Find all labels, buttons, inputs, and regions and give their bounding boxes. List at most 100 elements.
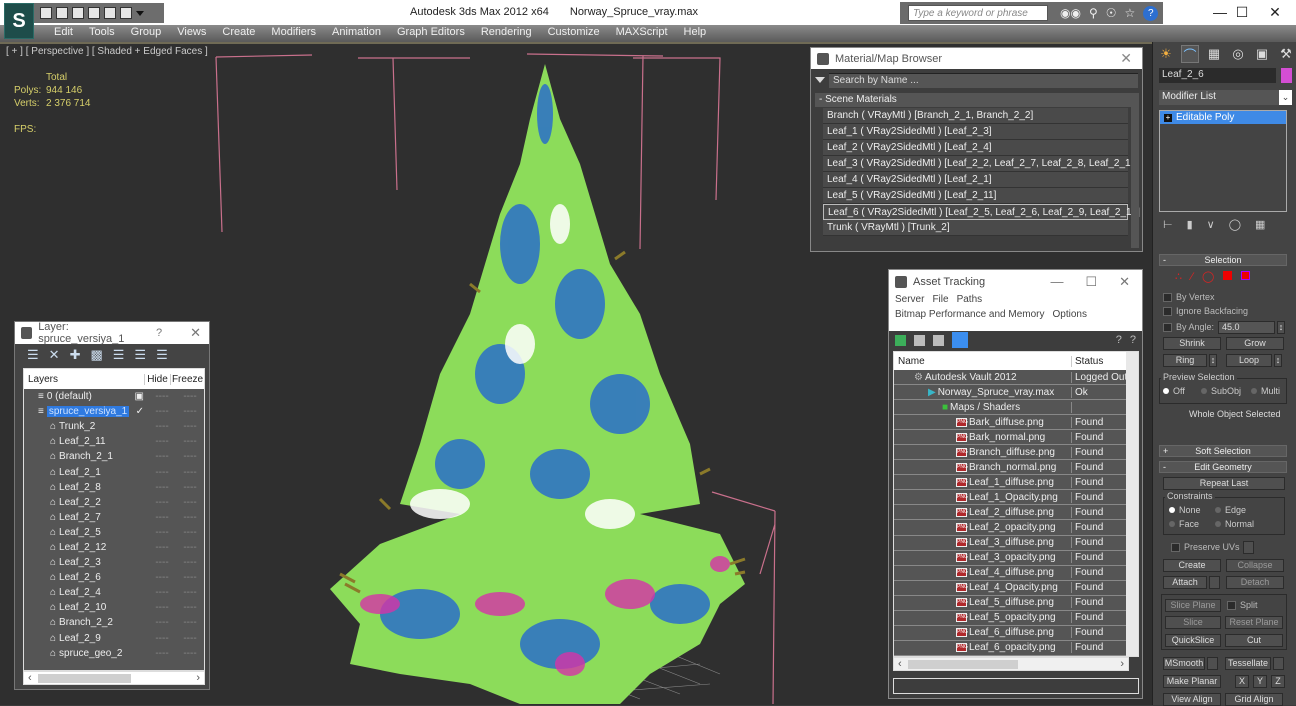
modifier-list-dropdown[interactable]: Modifier List ⌄	[1159, 90, 1292, 105]
layer-hide-toggle[interactable]: ----	[148, 648, 176, 659]
select-layer-objects-icon[interactable]: ▩	[90, 347, 102, 363]
create-button[interactable]: Create	[1163, 559, 1221, 572]
layer-freeze-toggle[interactable]: ----	[176, 542, 204, 553]
satellite-icon[interactable]: ☉	[1106, 6, 1117, 20]
refresh-icon[interactable]	[895, 334, 906, 346]
layer-hide-toggle[interactable]: ----	[148, 497, 176, 508]
star-icon[interactable]: ☆	[1125, 6, 1136, 20]
by-vertex-checkbox[interactable]: By Vertex	[1163, 292, 1215, 302]
menu-modifiers[interactable]: Modifiers	[263, 25, 324, 42]
col-layers[interactable]: Layers	[24, 374, 144, 385]
slice-plane-button[interactable]: Slice Plane	[1165, 599, 1221, 612]
collapse-button[interactable]: Collapse	[1226, 559, 1284, 572]
make-planar-button[interactable]: Make Planar	[1163, 675, 1221, 688]
list-view-icon[interactable]	[914, 334, 925, 346]
layer-row[interactable]: ⌂ Leaf_2_12 ---- ----	[24, 540, 204, 555]
grid-align-button[interactable]: Grid Align	[1225, 693, 1283, 706]
scroll-left-icon[interactable]: ‹	[898, 658, 902, 670]
layer-row[interactable]: ⌂ Leaf_2_4 ---- ----	[24, 585, 204, 600]
layer-row[interactable]: ⌂ Branch_2_2 ---- ----	[24, 615, 204, 630]
pin-stack-icon[interactable]: ⊢	[1163, 218, 1173, 231]
layer-hide-toggle[interactable]: ----	[148, 406, 176, 417]
layer-freeze-toggle[interactable]: ----	[176, 391, 204, 402]
constraint-edge-radio[interactable]: Edge	[1215, 505, 1246, 515]
qat-dropdown-icon[interactable]	[136, 10, 144, 20]
layer-row[interactable]: ⌂ Branch_2_1 ---- ----	[24, 449, 204, 464]
edit-geometry-rollout-header[interactable]: - Edit Geometry	[1159, 461, 1287, 473]
layer-row[interactable]: ⌂ Leaf_2_7 ---- ----	[24, 510, 204, 525]
preserve-uvs-settings-button[interactable]	[1243, 541, 1254, 554]
repeat-last-button[interactable]: Repeat Last	[1163, 477, 1285, 490]
asset-row[interactable]: ▶ Norway_Spruce_vray.max Ok	[894, 385, 1138, 401]
help-button[interactable]: ?	[156, 327, 162, 339]
asset-row[interactable]: PNG Leaf_5_opacity.png Found	[894, 611, 1138, 626]
layer-hide-toggle[interactable]: ----	[148, 572, 176, 583]
preserve-uvs-checkbox[interactable]: Preserve UVs	[1171, 542, 1240, 552]
layer-hide-toggle[interactable]: ----	[148, 633, 176, 644]
project-folder-icon[interactable]	[120, 7, 132, 19]
utilities-tab-icon[interactable]: ⚒	[1277, 45, 1295, 63]
open-file-icon[interactable]	[56, 7, 68, 19]
layer-freeze-toggle[interactable]: ----	[176, 633, 204, 644]
layer-row[interactable]: ⌂ Leaf_2_8 ---- ----	[24, 480, 204, 495]
key-icon[interactable]: ⚲	[1089, 6, 1098, 20]
vertex-icon[interactable]: ∴	[1175, 271, 1182, 283]
modify-tab-icon[interactable]: ⌒	[1181, 45, 1199, 63]
new-file-icon[interactable]	[40, 7, 52, 19]
add-to-layer-icon[interactable]: ✚	[70, 347, 81, 363]
asset-row[interactable]: PNG Bark_diffuse.png Found	[894, 415, 1138, 431]
make-unique-icon[interactable]: ∨	[1207, 218, 1215, 231]
chevron-down-icon[interactable]: ⌄	[1279, 90, 1292, 105]
layer-hide-toggle[interactable]: ----	[148, 527, 176, 538]
material-browser-close-button[interactable]: ✕	[1120, 50, 1132, 67]
layer-freeze-toggle[interactable]: ----	[176, 587, 204, 598]
polygon-icon[interactable]	[1223, 271, 1233, 280]
object-color-swatch[interactable]	[1281, 68, 1292, 83]
ring-button[interactable]: Ring	[1163, 354, 1207, 367]
grow-button[interactable]: Grow	[1226, 337, 1284, 350]
layer-freeze-toggle[interactable]: ----	[176, 527, 204, 538]
layer-hide-toggle[interactable]: ----	[148, 617, 176, 628]
layer-hide-toggle[interactable]: ----	[148, 542, 176, 553]
menu-options[interactable]: Options	[1053, 309, 1087, 324]
attach-list-button[interactable]	[1209, 576, 1220, 589]
menu-graph-editors[interactable]: Graph Editors	[389, 25, 473, 42]
layer-row[interactable]: ⌂ Leaf_2_1 ---- ----	[24, 464, 204, 479]
menu-server[interactable]: Server	[895, 294, 924, 309]
display-tab-icon[interactable]: ▣	[1253, 45, 1271, 63]
layer-freeze-toggle[interactable]: ----	[176, 602, 204, 613]
angle-spinner[interactable]: ↕	[1277, 321, 1285, 334]
asset-row[interactable]: PNG Leaf_4_diffuse.png Found	[894, 566, 1138, 581]
keyword-search-input[interactable]: Type a keyword or phrase	[908, 5, 1048, 21]
scroll-left-icon[interactable]: ‹	[28, 672, 32, 684]
asset-row[interactable]: PNG Branch_diffuse.png Found	[894, 445, 1138, 461]
menu-rendering[interactable]: Rendering	[473, 25, 540, 42]
thumbnail-view-icon[interactable]	[933, 334, 944, 346]
menu-edit[interactable]: Edit	[46, 25, 81, 42]
asset-row[interactable]: PNG Leaf_1_diffuse.png Found	[894, 475, 1138, 491]
help-icon[interactable]: ?	[1143, 5, 1159, 21]
hierarchy-tab-icon[interactable]: ▦	[1205, 45, 1223, 63]
menu-help[interactable]: Help	[676, 25, 715, 42]
asset-row[interactable]: PNG Leaf_6_opacity.png Found	[894, 641, 1138, 656]
col-name[interactable]: Name	[894, 355, 1072, 367]
layer-row[interactable]: ⌂ Leaf_2_10 ---- ----	[24, 600, 204, 615]
asset-row[interactable]: ⚙ Autodesk Vault 2012 Logged Out	[894, 370, 1138, 386]
ring-spinner[interactable]: ↕	[1209, 354, 1217, 367]
asset-minimize-button[interactable]: —	[1050, 274, 1063, 290]
layer-hide-toggle[interactable]: ----	[148, 451, 176, 462]
menu-file[interactable]: File	[932, 294, 948, 309]
element-icon[interactable]	[1241, 271, 1251, 280]
show-end-result-icon[interactable]: ▮	[1187, 218, 1193, 231]
layer-row[interactable]: ≡ 0 (default) ▣ ---- ----	[24, 389, 204, 404]
material-item[interactable]: Branch ( VRayMtl ) [Branch_2_1, Branch_2…	[823, 108, 1128, 124]
scroll-thumb[interactable]	[908, 660, 1018, 669]
menu-bitmap-performance[interactable]: Bitmap Performance and Memory	[895, 309, 1045, 324]
shrink-button[interactable]: Shrink	[1163, 337, 1221, 350]
constraint-none-radio[interactable]: None	[1169, 505, 1201, 515]
layer-freeze-toggle[interactable]: ----	[176, 451, 204, 462]
attach-button[interactable]: Attach	[1163, 576, 1207, 589]
split-checkbox[interactable]: Split	[1227, 600, 1258, 610]
border-icon[interactable]: ◯	[1202, 271, 1214, 283]
layer-row[interactable]: ⌂ Leaf_2_6 ---- ----	[24, 570, 204, 585]
